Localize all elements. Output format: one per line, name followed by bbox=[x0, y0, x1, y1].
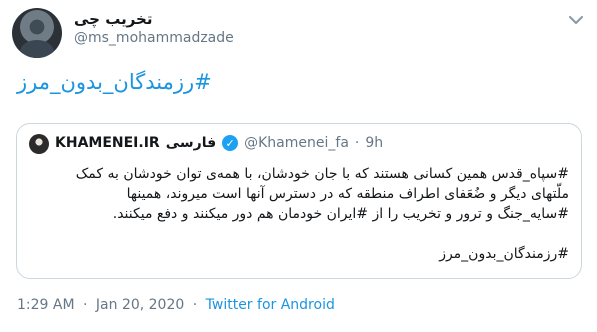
author-avatar[interactable] bbox=[12, 8, 62, 58]
tweet-time[interactable]: 1:29 AM bbox=[17, 297, 75, 313]
quoted-time[interactable]: 9h bbox=[365, 135, 383, 151]
quoted-body-line: ملّتهای دیگر و ضُعَفای اطراف منطقه که در… bbox=[126, 186, 569, 202]
footer-sep: · bbox=[192, 297, 198, 313]
quoted-handle[interactable]: @Khamenei_fa bbox=[244, 135, 349, 151]
footer-sep: · bbox=[83, 297, 88, 313]
tweet-footer: 1:29 AM · Jan 20, 2020 · Twitter for And… bbox=[17, 297, 335, 313]
quoted-dot: · bbox=[354, 135, 360, 151]
quoted-name[interactable]: KHAMENEI.IR bbox=[55, 135, 160, 151]
quoted-avatar[interactable] bbox=[29, 134, 49, 154]
tweet-source-link[interactable]: Twitter for Android bbox=[206, 297, 335, 313]
chevron-down-icon[interactable] bbox=[566, 10, 586, 30]
quoted-name-suffix: فارسی bbox=[165, 135, 217, 151]
quoted-body-line: #سپاه_قدس همین کسانی هستند که با جان خود… bbox=[75, 166, 569, 182]
author-name[interactable]: تخریب چی bbox=[74, 10, 153, 28]
quoted-body: #سپاه_قدس همین کسانی هستند که با جان خود… bbox=[31, 164, 569, 264]
quoted-header: KHAMENEI.IR فارسی ✓ @Khamenei_fa · 9h bbox=[55, 135, 383, 151]
quoted-tweet[interactable]: KHAMENEI.IR فارسی ✓ @Khamenei_fa · 9h #س… bbox=[16, 123, 582, 279]
quoted-body-line: #سایه_جنگ و ترور و تخریب را از #ایران خو… bbox=[112, 206, 569, 222]
verified-badge-icon: ✓ bbox=[222, 135, 239, 151]
author-handle[interactable]: @ms_mohammadzade bbox=[74, 30, 234, 46]
tweet-date[interactable]: Jan 20, 2020 bbox=[96, 297, 184, 313]
tweet-hashtag[interactable]: #رزمندگان_بدون_مرز bbox=[17, 70, 212, 94]
quoted-body-hashtag: #رزمندگان_بدون_مرز bbox=[439, 246, 569, 262]
